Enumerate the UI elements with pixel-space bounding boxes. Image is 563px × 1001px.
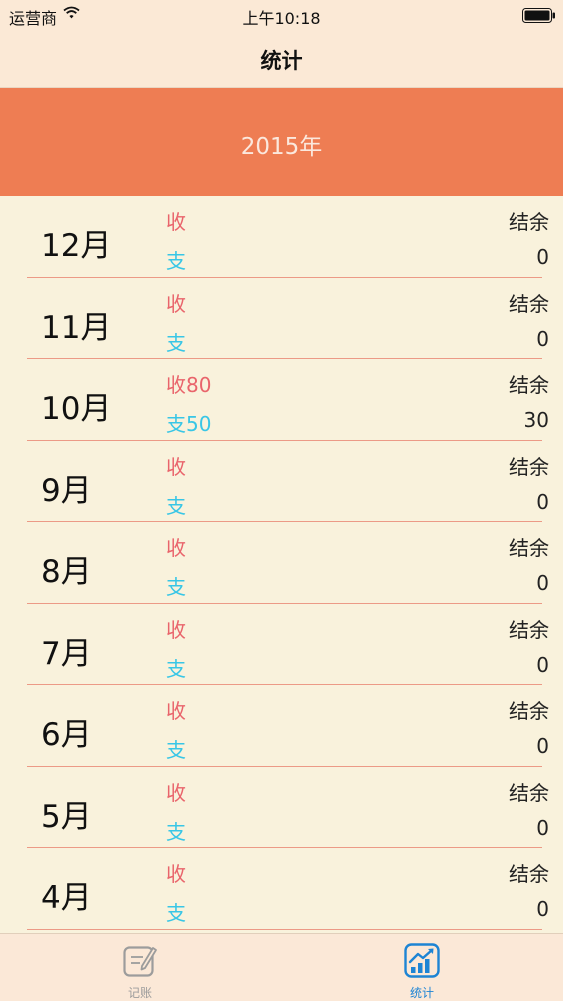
- edit-icon: [123, 946, 157, 977]
- month-row[interactable]: 10月 收80 支50 结余 30: [0, 359, 563, 441]
- balance-label: 结余: [509, 291, 549, 316]
- expense-amount: 支50: [166, 412, 212, 436]
- balance-value: 0: [536, 815, 549, 840]
- status-time: 上午10:18: [242, 9, 321, 28]
- page-title: 统计: [260, 49, 303, 73]
- balance-value: 30: [523, 408, 549, 432]
- month-label: 4月: [41, 880, 92, 916]
- year-title: 2015年: [240, 134, 323, 160]
- expense-amount: 支: [166, 738, 186, 762]
- balance-label: 结余: [509, 780, 549, 805]
- month-row[interactable]: 9月 收 支 结余 0: [0, 441, 563, 523]
- balance-value: 0: [536, 652, 549, 677]
- income-amount: 收: [166, 536, 186, 560]
- income-amount: 收: [166, 454, 186, 479]
- income-amount: 收: [166, 210, 186, 234]
- income-amount: 收: [166, 617, 186, 642]
- income-amount: 收: [166, 291, 186, 316]
- month-row[interactable]: 8月 收 支 结余 0: [0, 522, 563, 604]
- month-label: 7月: [41, 635, 92, 672]
- balance-label: 结余: [509, 617, 549, 642]
- month-row[interactable]: 6月 收 支 结余 0: [0, 685, 563, 767]
- month-label: 12月: [41, 228, 112, 264]
- balance-value: 0: [536, 326, 549, 351]
- balance-value: 0: [536, 571, 549, 595]
- balance-value: 0: [536, 734, 549, 758]
- battery-icon: [522, 8, 555, 23]
- balance-label: 结余: [509, 373, 549, 397]
- expense-amount: 支: [166, 493, 186, 518]
- month-list[interactable]: 12月 收 支 结余 0 11月 收 支 结余 0 10月 收80 支50 结余…: [0, 196, 563, 933]
- month-label: 9月: [41, 472, 92, 509]
- tab-bookkeeping[interactable]: 记账: [95, 934, 185, 1001]
- month-row[interactable]: 4月 收 支 结余 0: [0, 848, 563, 930]
- month-row[interactable]: 11月 收 支 结余 0: [0, 278, 563, 360]
- tab-label: 记账: [127, 986, 152, 1000]
- tab-bar: 记账 统计: [0, 933, 563, 1001]
- expense-amount: 支: [166, 901, 186, 925]
- chart-icon: [404, 943, 440, 978]
- tab-label: 统计: [409, 986, 434, 1000]
- year-header[interactable]: 2015年: [0, 88, 563, 196]
- tab-statistics[interactable]: 统计: [377, 934, 467, 1001]
- status-bar: 运营商 上午10:18: [0, 0, 563, 30]
- expense-amount: 支: [166, 656, 186, 681]
- balance-label: 结余: [509, 699, 549, 723]
- navigation-bar: 统计: [0, 30, 563, 88]
- balance-value: 0: [536, 245, 549, 269]
- month-label: 10月: [41, 391, 112, 427]
- expense-amount: 支: [166, 575, 186, 599]
- balance-label: 结余: [509, 536, 549, 560]
- income-amount: 收: [166, 780, 186, 805]
- month-label: 11月: [41, 309, 112, 346]
- income-amount: 收: [166, 862, 186, 886]
- income-amount: 收80: [166, 373, 212, 397]
- month-label: 8月: [41, 554, 92, 590]
- balance-value: 0: [536, 897, 549, 921]
- balance-label: 结余: [509, 454, 549, 479]
- balance-label: 结余: [509, 210, 549, 234]
- month-label: 6月: [41, 717, 92, 753]
- expense-amount: 支: [166, 330, 186, 355]
- income-amount: 收: [166, 699, 186, 723]
- balance-value: 0: [536, 489, 549, 514]
- month-row[interactable]: 7月 收 支 结余 0: [0, 604, 563, 686]
- month-row[interactable]: 12月 收 支 结余 0: [0, 196, 563, 278]
- month-label: 5月: [41, 798, 92, 835]
- expense-amount: 支: [166, 249, 186, 273]
- month-row[interactable]: 5月 收 支 结余 0: [0, 767, 563, 849]
- balance-label: 结余: [509, 862, 549, 886]
- expense-amount: 支: [166, 819, 186, 844]
